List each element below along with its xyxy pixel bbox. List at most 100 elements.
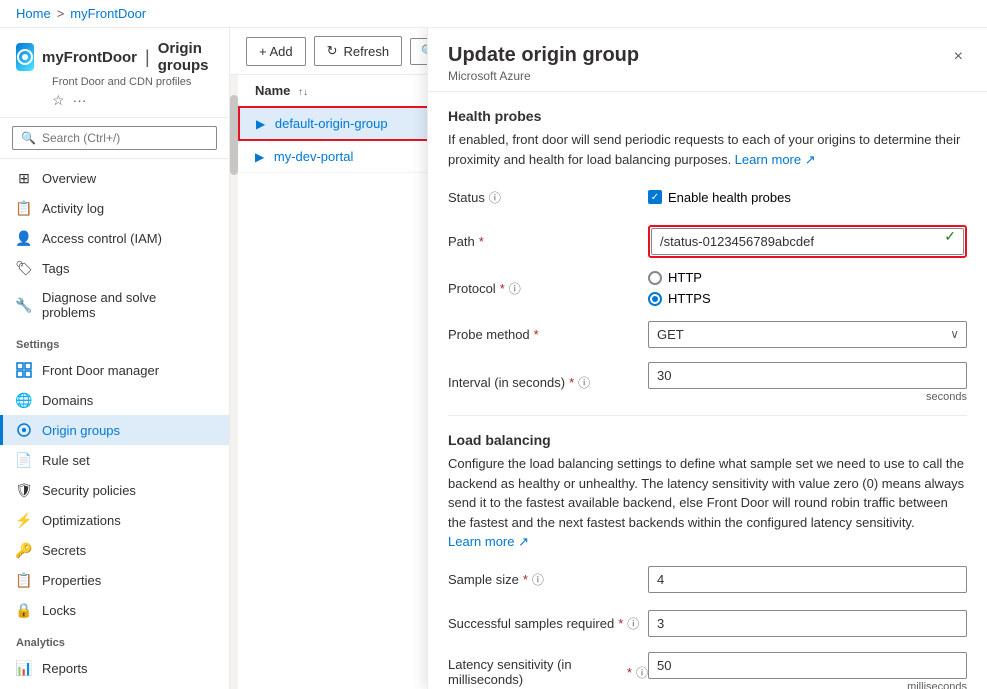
panel-header: Update origin group Microsoft Azure × <box>428 28 987 92</box>
diagnose-icon: 🔧 <box>16 297 32 313</box>
more-options-icon[interactable]: ··· <box>73 92 87 109</box>
protocol-row: Protocol * ⓘ HTTP <box>448 270 967 306</box>
tags-icon: 🏷 <box>16 260 32 276</box>
sidebar-item-tags[interactable]: 🏷 Tags <box>0 253 229 283</box>
enable-checkbox-area[interactable]: ✓ Enable health probes <box>648 190 791 205</box>
sidebar-item-activity-log[interactable]: 📋 Activity log <box>0 193 229 223</box>
interval-row: Interval (in seconds) * ⓘ seconds <box>448 362 967 403</box>
sample-size-info-icon[interactable]: ⓘ <box>532 571 544 588</box>
breadcrumb-home[interactable]: Home <box>16 6 51 21</box>
panel-close-button[interactable]: × <box>950 44 967 70</box>
probe-method-row: Probe method * GET HEAD ∨ <box>448 318 967 350</box>
probe-method-select[interactable]: GET HEAD <box>648 321 967 348</box>
http-label: HTTP <box>668 270 702 285</box>
successful-samples-row: Successful samples required * ⓘ <box>448 608 967 640</box>
app-subtitle: Front Door and CDN profiles <box>52 76 213 88</box>
security-policies-icon: 🛡 <box>16 482 32 498</box>
panel-title: Update origin group <box>448 44 639 67</box>
successful-samples-info-icon[interactable]: ⓘ <box>627 615 639 632</box>
successful-samples-control <box>648 610 967 637</box>
row-name[interactable]: default-origin-group <box>275 116 388 131</box>
sidebar-header: myFrontDoor | Origin groups Front Door a… <box>0 28 229 118</box>
refresh-button[interactable]: ↻ Refresh <box>314 36 402 66</box>
interval-unit: seconds <box>648 391 967 403</box>
breadcrumb: Home > myFrontDoor <box>0 0 987 28</box>
sidebar-item-overview[interactable]: ⊞ Overview <box>0 163 229 193</box>
successful-samples-input[interactable] <box>648 610 967 637</box>
sidebar-item-label: Security policies <box>42 483 136 498</box>
interval-input[interactable] <box>648 362 967 389</box>
sidebar-item-locks[interactable]: 🔒 Locks <box>0 595 229 625</box>
expand-icon[interactable]: ▶ <box>256 117 265 131</box>
add-button[interactable]: + Add <box>246 37 306 66</box>
sidebar-item-label: Rule set <box>42 453 90 468</box>
health-probes-learn-more[interactable]: Learn more ↗ <box>735 152 816 167</box>
http-radio-outer <box>648 271 662 285</box>
front-door-manager-icon <box>16 362 32 378</box>
status-info-icon[interactable]: ⓘ <box>489 189 501 206</box>
latency-row: Latency sensitivity (in milliseconds) * … <box>448 652 967 689</box>
sample-size-input[interactable] <box>648 566 967 593</box>
sidebar-item-label: Diagnose and solve problems <box>42 290 213 320</box>
https-radio-inner <box>652 296 658 302</box>
latency-input-wrapper: milliseconds <box>648 652 967 689</box>
interval-info-icon[interactable]: ⓘ <box>578 374 590 391</box>
sidebar-item-domains[interactable]: 🌐 Domains <box>0 385 229 415</box>
sidebar-nav: ⊞ Overview 📋 Activity log 👤 Access contr… <box>0 159 229 689</box>
expand-icon[interactable]: ▶ <box>255 150 264 164</box>
content-area: + Add ↻ Refresh 🔍 <box>230 28 987 689</box>
sidebar-item-reports[interactable]: 📊 Reports <box>0 653 229 683</box>
sidebar-item-origin-groups[interactable]: Origin groups <box>0 415 229 445</box>
page-section-title: Origin groups <box>158 40 213 74</box>
sidebar-item-label: Overview <box>42 171 96 186</box>
load-balancing-learn-more[interactable]: Learn more ↗ <box>448 534 529 549</box>
sidebar: myFrontDoor | Origin groups Front Door a… <box>0 28 230 689</box>
row-name[interactable]: my-dev-portal <box>274 149 353 164</box>
latency-control: milliseconds <box>648 652 967 689</box>
settings-section-label: Settings <box>0 327 229 355</box>
probe-method-select-wrapper: GET HEAD ∨ <box>648 321 967 348</box>
sidebar-item-label: Front Door manager <box>42 363 159 378</box>
breadcrumb-separator: > <box>57 6 65 21</box>
path-input-wrapper: ✓ <box>651 228 964 255</box>
path-label: Path <box>448 234 475 249</box>
sidebar-search-input[interactable] <box>42 131 208 145</box>
interval-label: Interval (in seconds) <box>448 375 565 390</box>
sidebar-item-optimizations[interactable]: ⚡ Optimizations <box>0 505 229 535</box>
favorite-icon[interactable]: ☆ <box>52 92 65 109</box>
sidebar-item-properties[interactable]: 📋 Properties <box>0 565 229 595</box>
path-required: * <box>479 234 484 249</box>
overview-icon: ⊞ <box>16 170 32 186</box>
sort-icon: ↑↓ <box>298 87 308 98</box>
latency-input[interactable] <box>648 652 967 679</box>
interval-input-wrapper: seconds <box>648 362 967 403</box>
sidebar-item-secrets[interactable]: 🔑 Secrets <box>0 535 229 565</box>
sidebar-item-label: Tags <box>42 261 69 276</box>
latency-info-icon[interactable]: ⓘ <box>636 664 648 681</box>
optimizations-icon: ⚡ <box>16 512 32 528</box>
protocol-http-option[interactable]: HTTP <box>648 270 711 285</box>
sidebar-search-icon: 🔍 <box>21 131 36 145</box>
panel-body: Health probes If enabled, front door wil… <box>428 92 987 689</box>
protocol-info-icon[interactable]: ⓘ <box>509 280 521 297</box>
sample-size-row: Sample size * ⓘ <box>448 564 967 596</box>
interval-control: seconds <box>648 362 967 403</box>
path-input[interactable] <box>651 228 964 255</box>
path-check-icon: ✓ <box>944 228 956 245</box>
enable-checkbox[interactable]: ✓ <box>648 190 662 204</box>
protocol-https-option[interactable]: HTTPS <box>648 291 711 306</box>
health-probes-desc: If enabled, front door will send periodi… <box>448 130 967 169</box>
sidebar-item-label: Secrets <box>42 543 86 558</box>
sidebar-item-diagnose[interactable]: 🔧 Diagnose and solve problems <box>0 283 229 327</box>
sidebar-item-security-policies[interactable]: 🛡 Security policies <box>0 475 229 505</box>
sidebar-item-access-control[interactable]: 👤 Access control (IAM) <box>0 223 229 253</box>
sidebar-item-front-door-manager[interactable]: Front Door manager <box>0 355 229 385</box>
locks-icon: 🔒 <box>16 602 32 618</box>
enable-label: Enable health probes <box>668 190 791 205</box>
sidebar-search-area: 🔍 <box>0 118 229 159</box>
sidebar-item-rule-set[interactable]: 📄 Rule set <box>0 445 229 475</box>
load-balancing-desc: Configure the load balancing settings to… <box>448 454 967 552</box>
breadcrumb-current[interactable]: myFrontDoor <box>70 6 146 21</box>
sample-size-label: Sample size <box>448 572 519 587</box>
sidebar-item-label: Activity log <box>42 201 104 216</box>
